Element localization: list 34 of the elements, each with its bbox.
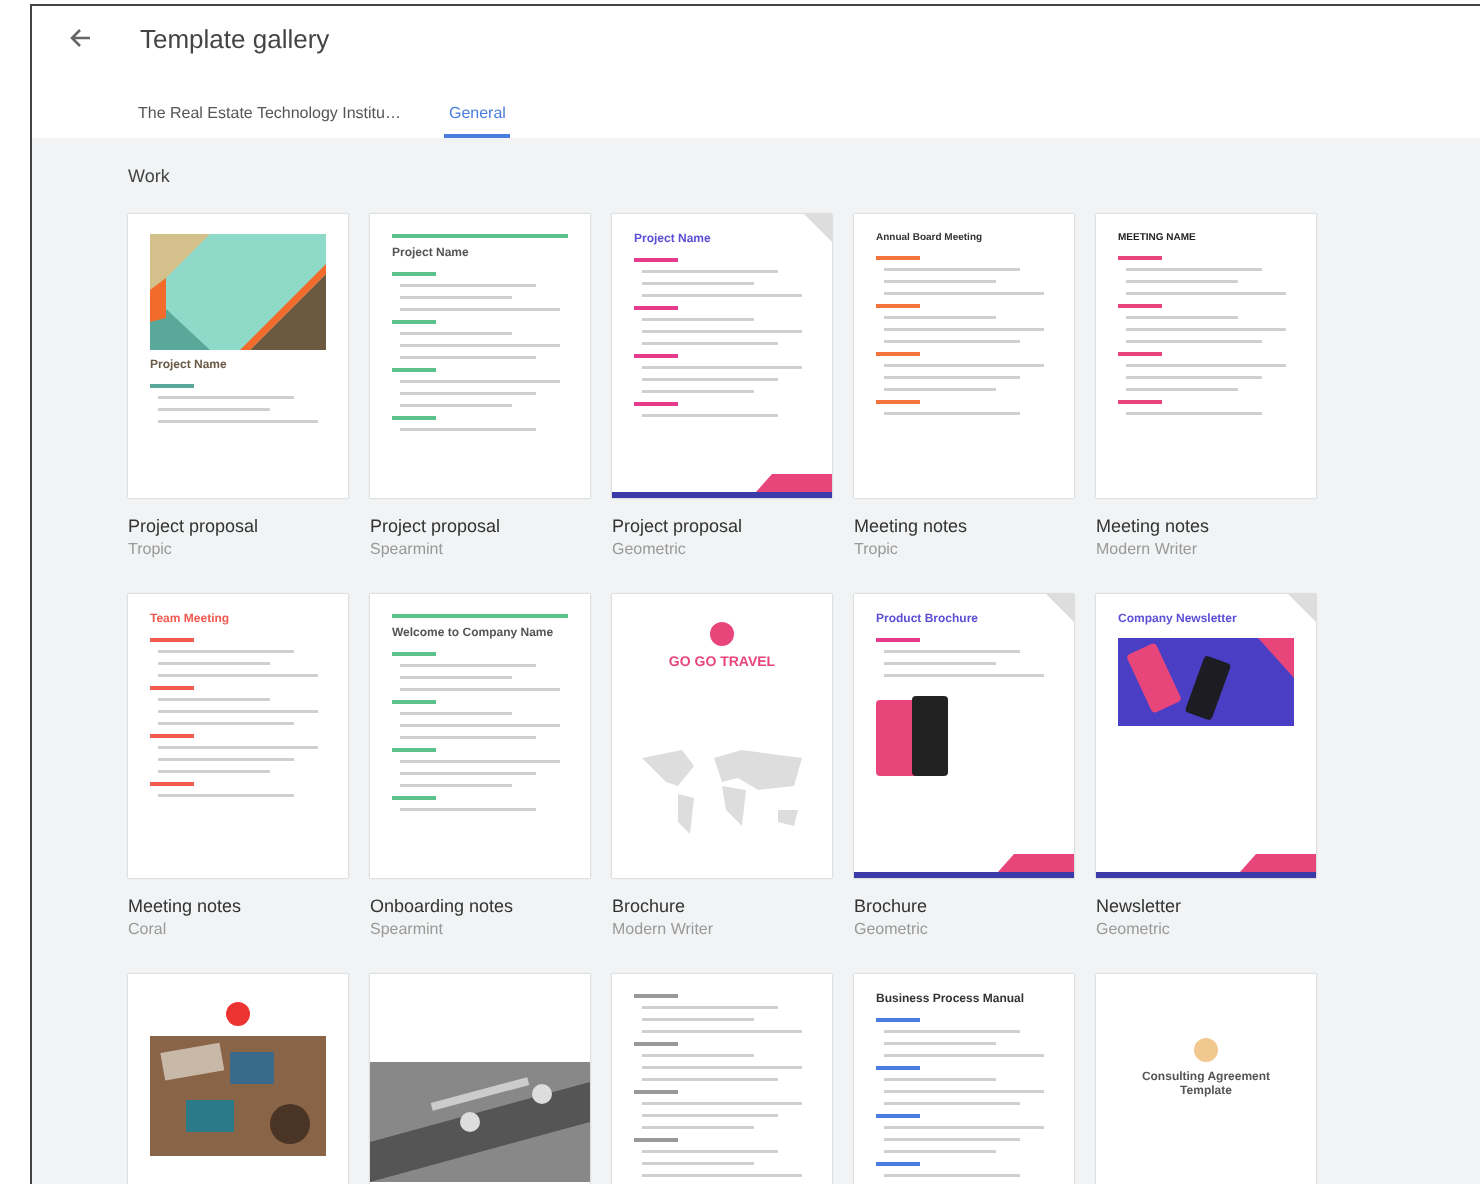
template-style: Tropic [128,540,174,558]
template-style: Geometric [612,540,688,558]
template-style: Coral [128,920,169,938]
window-title: Template gallery [140,23,330,53]
section-heading: Work [128,166,172,186]
logo-icon [710,622,734,646]
back-arrow-icon [68,26,92,50]
template-style: Geometric [1096,920,1172,938]
corner-fold-drawing [1288,594,1316,622]
template-name: Meeting notes [128,896,244,916]
template-style: Spearmint [370,540,445,558]
template-style: Modern Writer [612,920,716,938]
template-style: Modern Writer [1096,540,1200,558]
corner-fold-drawing [1046,594,1074,622]
corner-fold-drawing [804,214,832,242]
template-name: Onboarding notes [370,896,516,916]
template-style: Spearmint [370,920,445,938]
tab[interactable]: The Real Estate Technology Institu… [134,104,405,138]
template-name: Brochure [854,896,930,916]
template-name: Project proposal [128,516,261,536]
logo-icon [1194,1038,1218,1062]
template-name: Project proposal [370,516,503,536]
logo-icon [226,1002,250,1026]
template-style: Tropic [854,540,900,558]
template-style: Geometric [854,920,930,938]
template-name: Project proposal [612,516,745,536]
template-name: Brochure [612,896,688,916]
template-thumbnail[interactable] [612,974,832,1184]
template-name: Meeting notes [854,516,970,536]
template-name: Newsletter [1096,896,1184,916]
template-name: Meeting notes [1096,516,1212,536]
template-thumbnail[interactable] [128,974,348,1184]
phone-drawing [876,695,948,776]
template-thumbnail[interactable] [370,974,590,1184]
